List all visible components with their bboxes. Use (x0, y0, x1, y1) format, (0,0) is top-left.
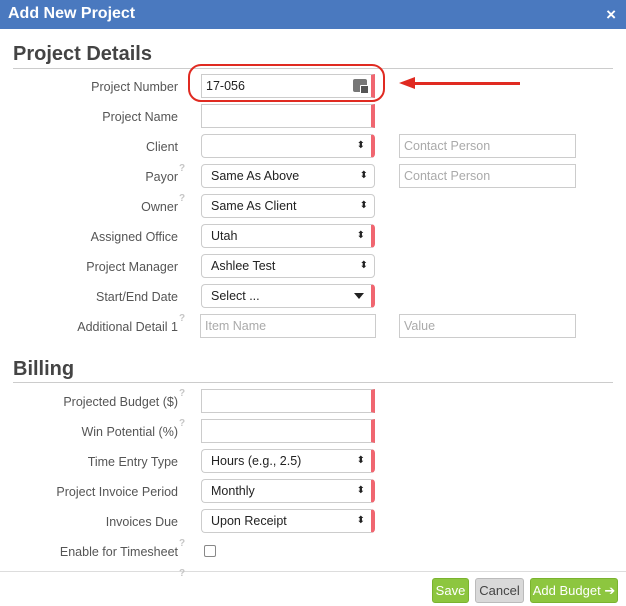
invoices-due-label: Invoices Due (105, 515, 178, 529)
additional-detail-help-icon[interactable]: ? (179, 313, 185, 324)
enable-timesheet-label: Enable for Timesheet (59, 545, 178, 559)
annotation-highlight-circle (188, 64, 385, 102)
select-arrows-icon: ⬍ (356, 140, 365, 151)
invoices-due-select[interactable]: Upon Receipt ⬍ (201, 509, 375, 533)
owner-value: Same As Client (211, 199, 297, 213)
payor-contact-person-input[interactable]: Contact Person (399, 164, 576, 188)
payor-select[interactable]: Same As Above ⬍ (201, 164, 375, 188)
invoice-period-value: Monthly (211, 484, 255, 498)
payor-label: Payor (145, 170, 178, 184)
invoices-due-value: Upon Receipt (211, 514, 287, 528)
select-arrows-icon: ⬍ (359, 260, 368, 271)
start-end-date-label: Start/End Date (96, 290, 178, 304)
client-label: Client (146, 140, 178, 154)
section-title-project-details: Project Details (13, 43, 152, 65)
select-arrows-icon: ⬍ (356, 515, 365, 526)
project-manager-label: Project Manager (86, 260, 178, 274)
caret-down-icon (354, 293, 364, 299)
project-number-label: Project Number (91, 80, 178, 94)
win-potential-help-icon[interactable]: ? (179, 418, 185, 429)
add-budget-button[interactable]: Add Budget ➔ (530, 578, 618, 603)
cancel-button[interactable]: Cancel (475, 578, 524, 603)
add-budget-label: Add Budget (532, 583, 601, 598)
select-arrows-icon: ⬍ (356, 230, 365, 241)
client-contact-person-input[interactable]: Contact Person (399, 134, 576, 158)
enable-timesheet-help-icon[interactable]: ? (179, 538, 185, 549)
enable-timesheet-checkbox[interactable] (204, 545, 216, 557)
time-entry-type-label: Time Entry Type (87, 455, 178, 469)
close-icon[interactable]: × (606, 5, 616, 25)
select-arrows-icon: ⬍ (359, 200, 368, 211)
project-name-label: Project Name (102, 110, 178, 124)
owner-label: Owner (141, 200, 178, 214)
project-manager-value: Ashlee Test (211, 259, 276, 273)
additional-detail-item-name-input[interactable]: Item Name (200, 314, 376, 338)
select-arrows-icon: ⬍ (356, 485, 365, 496)
payor-value: Same As Above (211, 169, 300, 183)
annotation-arrow-line (414, 82, 520, 85)
projected-budget-label: Projected Budget ($) (63, 395, 178, 409)
annotation-arrow-head (399, 77, 415, 89)
projected-budget-input[interactable] (201, 389, 375, 413)
client-select[interactable]: ⬍ (201, 134, 375, 158)
select-arrows-icon: ⬍ (356, 455, 365, 466)
additional-detail-value-input[interactable]: Value (399, 314, 576, 338)
section-divider (13, 382, 613, 383)
time-entry-type-value: Hours (e.g., 2.5) (211, 454, 302, 468)
win-potential-input[interactable] (201, 419, 375, 443)
partial-help-icon: ? (179, 568, 186, 579)
project-name-input[interactable] (201, 104, 375, 128)
projected-budget-help-icon[interactable]: ? (179, 388, 185, 399)
start-end-date-value: Select ... (211, 289, 260, 303)
additional-detail-label: Additional Detail 1 (77, 320, 178, 334)
invoice-period-select[interactable]: Monthly ⬍ (201, 479, 375, 503)
assigned-office-value: Utah (211, 229, 238, 243)
arrow-right-icon: ➔ (604, 583, 616, 598)
start-end-date-dropdown[interactable]: Select ... (201, 284, 375, 308)
time-entry-type-select[interactable]: Hours (e.g., 2.5) ⬍ (201, 449, 375, 473)
payor-help-icon[interactable]: ? (179, 163, 185, 174)
assigned-office-label: Assigned Office (90, 230, 178, 244)
invoice-period-label: Project Invoice Period (56, 485, 178, 499)
dialog-title-bar: Add New Project × (0, 0, 626, 29)
project-manager-select[interactable]: Ashlee Test ⬍ (201, 254, 375, 278)
dialog-title: Add New Project (8, 5, 136, 22)
win-potential-label: Win Potential (%) (81, 425, 178, 439)
save-button[interactable]: Save (432, 578, 469, 603)
section-title-billing: Billing (13, 358, 75, 380)
assigned-office-select[interactable]: Utah ⬍ (201, 224, 375, 248)
select-arrows-icon: ⬍ (359, 170, 368, 181)
owner-help-icon[interactable]: ? (179, 193, 185, 204)
owner-select[interactable]: Same As Client ⬍ (201, 194, 375, 218)
